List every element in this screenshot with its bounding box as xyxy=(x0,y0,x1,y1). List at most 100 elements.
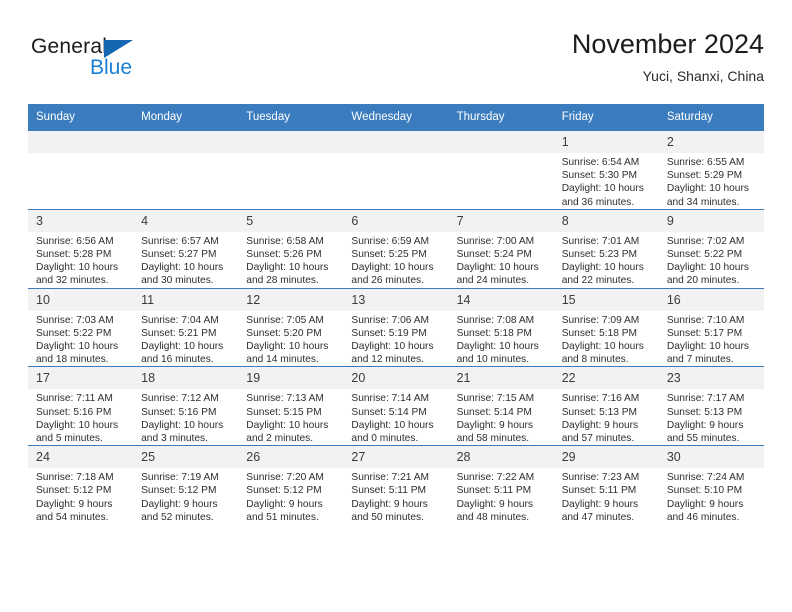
calendar-day-cell[interactable]: 30 Sunrise: 7:24 AM Sunset: 5:10 PM Dayligh… xyxy=(658,445,764,525)
sunrise-time: Sunrise: 7:02 AM xyxy=(666,235,745,247)
calendar-week-row: 1 Sunrise: 6:54 AM Sunset: 5:30 PM Daylight… xyxy=(28,130,764,210)
calendar-page: General Blue November 2024 Yuci, Shanxi,… xyxy=(0,0,792,612)
day-details: Sunrise: 6:59 AM Sunset: 5:25 PM Daylight:… xyxy=(343,232,448,288)
day-details: Sunrise: 6:54 AM Sunset: 5:30 PM Daylight:… xyxy=(554,153,659,209)
day-number: 24 xyxy=(28,446,134,469)
calendar-day-cell[interactable]: 10 Sunrise: 7:03 AM Sunset: 5:22 PM Dayligh… xyxy=(28,287,134,367)
calendar-day-cell[interactable]: 6 Sunrise: 6:59 AM Sunset: 5:25 PM Daylight… xyxy=(343,208,449,289)
sunrise-time: Sunrise: 7:17 AM xyxy=(666,393,745,405)
daylight-line-1: Daylight: 10 hours xyxy=(246,419,329,431)
sunset-time: Sunset: 5:18 PM xyxy=(561,327,638,339)
day-details: Sunrise: 7:22 AM Sunset: 5:11 PM Daylight:… xyxy=(449,468,554,524)
day-number xyxy=(133,131,239,153)
sunrise-time: Sunrise: 7:05 AM xyxy=(246,314,324,326)
calendar-day-cell[interactable]: 25 Sunrise: 7:19 AM Sunset: 5:12 PM Dayligh… xyxy=(133,445,239,525)
calendar-day-cell[interactable]: 21 Sunrise: 7:15 AM Sunset: 5:14 PM Dayligh… xyxy=(448,366,554,446)
daylight-line-1: Daylight: 9 hours xyxy=(561,419,639,431)
weekday-header-sunday: Sunday xyxy=(28,104,134,131)
calendar-day-cell[interactable]: 11 Sunrise: 7:04 AM Sunset: 5:21 PM Dayligh… xyxy=(133,287,239,367)
daylight-line-2: and 2 minutes. xyxy=(246,433,314,445)
calendar-day-cell[interactable]: 20 Sunrise: 7:14 AM Sunset: 5:14 PM Dayligh… xyxy=(343,366,449,446)
day-number: 9 xyxy=(658,209,764,232)
day-details: Sunrise: 7:18 AM Sunset: 5:12 PM Daylight:… xyxy=(28,468,133,524)
calendar-day-cell[interactable]: 17 Sunrise: 7:11 AM Sunset: 5:16 PM Dayligh… xyxy=(28,366,134,446)
sunset-time: Sunset: 5:14 PM xyxy=(456,406,532,418)
sunrise-time: Sunrise: 7:10 AM xyxy=(666,314,745,326)
sunset-time: Sunset: 5:16 PM xyxy=(141,406,217,418)
sunrise-time: Sunrise: 7:04 AM xyxy=(141,314,219,326)
day-number: 14 xyxy=(448,288,554,311)
calendar-week-row: 24 Sunrise: 7:18 AM Sunset: 5:12 PM Dayligh… xyxy=(28,445,764,525)
day-details: Sunrise: 7:19 AM Sunset: 5:12 PM Daylight:… xyxy=(133,468,238,524)
calendar-day-cell[interactable]: 15 Sunrise: 7:09 AM Sunset: 5:18 PM Dayligh… xyxy=(553,287,659,367)
sunset-time: Sunset: 5:21 PM xyxy=(141,327,217,339)
calendar-header-row: Sunday Monday Tuesday Wednesday Thursday Frid… xyxy=(28,104,764,131)
calendar-day-cell[interactable]: 5 Sunrise: 6:58 AM Sunset: 5:26 PM Daylight… xyxy=(238,208,344,289)
calendar-day-cell[interactable]: 3 Sunrise: 6:56 AM Sunset: 5:28 PM Daylight… xyxy=(28,208,134,289)
calendar-day-cell[interactable]: 2 Sunrise: 6:55 AM Sunset: 5:29 PM Daylight… xyxy=(658,130,764,210)
daylight-line-2: and 12 minutes. xyxy=(351,354,424,366)
sunset-time: Sunset: 5:30 PM xyxy=(561,170,638,182)
weekday-header-monday: Monday xyxy=(133,104,239,131)
daylight-line-2: and 0 minutes. xyxy=(351,433,419,445)
day-number: 19 xyxy=(238,367,344,390)
calendar-day-cell[interactable]: 9 Sunrise: 7:02 AM Sunset: 5:22 PM Daylight… xyxy=(658,208,764,289)
day-details: Sunrise: 6:57 AM Sunset: 5:27 PM Daylight:… xyxy=(133,232,238,288)
calendar-day-cell[interactable]: 24 Sunrise: 7:18 AM Sunset: 5:12 PM Dayligh… xyxy=(28,445,134,525)
sunrise-time: Sunrise: 7:23 AM xyxy=(561,472,640,484)
sunrise-time: Sunrise: 7:19 AM xyxy=(141,472,219,484)
sunset-time: Sunset: 5:25 PM xyxy=(351,249,427,261)
sunset-time: Sunset: 5:14 PM xyxy=(351,406,427,418)
calendar-day-cell[interactable]: 27 Sunrise: 7:21 AM Sunset: 5:11 PM Dayligh… xyxy=(343,445,449,525)
day-number: 18 xyxy=(133,367,239,390)
day-number: 1 xyxy=(553,131,659,153)
sunrise-time: Sunrise: 7:12 AM xyxy=(141,393,219,405)
sunset-time: Sunset: 5:20 PM xyxy=(246,327,322,339)
calendar-cell-empty xyxy=(238,130,344,210)
calendar-day-cell[interactable]: 14 Sunrise: 7:08 AM Sunset: 5:18 PM Dayligh… xyxy=(448,287,554,367)
daylight-line-1: Daylight: 10 hours xyxy=(141,262,224,274)
calendar-day-cell[interactable]: 7 Sunrise: 7:00 AM Sunset: 5:24 PM Daylight… xyxy=(448,208,554,289)
day-details: Sunrise: 7:00 AM Sunset: 5:24 PM Daylight:… xyxy=(449,232,554,288)
calendar-day-cell[interactable]: 8 Sunrise: 7:01 AM Sunset: 5:23 PM Daylight… xyxy=(553,208,659,289)
calendar-day-cell[interactable]: 16 Sunrise: 7:10 AM Sunset: 5:17 PM Dayligh… xyxy=(658,287,764,367)
sunset-time: Sunset: 5:13 PM xyxy=(666,406,743,418)
daylight-line-1: Daylight: 9 hours xyxy=(351,498,428,510)
calendar-day-cell[interactable]: 22 Sunrise: 7:16 AM Sunset: 5:13 PM Dayligh… xyxy=(553,366,659,446)
calendar-day-cell[interactable]: 19 Sunrise: 7:13 AM Sunset: 5:15 PM Dayligh… xyxy=(238,366,344,446)
daylight-line-1: Daylight: 9 hours xyxy=(141,498,218,510)
sunrise-time: Sunrise: 7:11 AM xyxy=(36,393,113,405)
calendar-day-cell[interactable]: 12 Sunrise: 7:05 AM Sunset: 5:20 PM Dayligh… xyxy=(238,287,344,367)
calendar-day-cell[interactable]: 1 Sunrise: 6:54 AM Sunset: 5:30 PM Daylight… xyxy=(553,130,659,210)
day-number: 26 xyxy=(238,446,344,469)
day-details: Sunrise: 7:03 AM Sunset: 5:22 PM Daylight:… xyxy=(28,311,133,367)
day-details: Sunrise: 7:14 AM Sunset: 5:14 PM Daylight:… xyxy=(343,389,448,445)
daylight-line-1: Daylight: 10 hours xyxy=(561,262,644,274)
daylight-line-1: Daylight: 10 hours xyxy=(561,183,644,195)
general-blue-logo[interactable]: General Blue xyxy=(31,36,231,92)
daylight-line-2: and 10 minutes. xyxy=(456,354,530,366)
calendar-day-cell[interactable]: 28 Sunrise: 7:22 AM Sunset: 5:11 PM Dayligh… xyxy=(448,445,554,525)
calendar-day-cell[interactable]: 29 Sunrise: 7:23 AM Sunset: 5:11 PM Dayligh… xyxy=(553,445,659,525)
daylight-line-1: Daylight: 9 hours xyxy=(561,498,639,510)
daylight-line-2: and 30 minutes. xyxy=(141,275,214,287)
sunset-time: Sunset: 5:18 PM xyxy=(456,327,532,339)
calendar-day-cell[interactable]: 26 Sunrise: 7:20 AM Sunset: 5:12 PM Dayligh… xyxy=(238,445,344,525)
daylight-line-2: and 24 minutes. xyxy=(456,275,530,287)
daylight-line-1: Daylight: 9 hours xyxy=(246,498,323,510)
sunrise-time: Sunrise: 6:54 AM xyxy=(561,157,640,168)
calendar-week-row: 10 Sunrise: 7:03 AM Sunset: 5:22 PM Dayligh… xyxy=(28,287,764,367)
daylight-line-2: and 32 minutes. xyxy=(36,275,109,287)
sunrise-time: Sunrise: 7:24 AM xyxy=(666,472,745,484)
daylight-line-1: Daylight: 10 hours xyxy=(351,341,434,353)
calendar-day-cell[interactable]: 13 Sunrise: 7:06 AM Sunset: 5:19 PM Dayligh… xyxy=(343,287,449,367)
sunset-time: Sunset: 5:12 PM xyxy=(141,485,217,497)
calendar-day-cell[interactable]: 18 Sunrise: 7:12 AM Sunset: 5:16 PM Dayligh… xyxy=(133,366,239,446)
day-details: Sunrise: 7:24 AM Sunset: 5:10 PM Daylight:… xyxy=(659,468,764,524)
calendar-day-cell[interactable]: 4 Sunrise: 6:57 AM Sunset: 5:27 PM Daylight… xyxy=(133,208,239,289)
calendar-day-cell[interactable]: 23 Sunrise: 7:17 AM Sunset: 5:13 PM Dayligh… xyxy=(658,366,764,446)
daylight-line-2: and 18 minutes. xyxy=(36,354,109,366)
day-number: 16 xyxy=(658,288,764,311)
day-number: 10 xyxy=(28,288,134,311)
sunrise-time: Sunrise: 6:58 AM xyxy=(246,235,324,247)
